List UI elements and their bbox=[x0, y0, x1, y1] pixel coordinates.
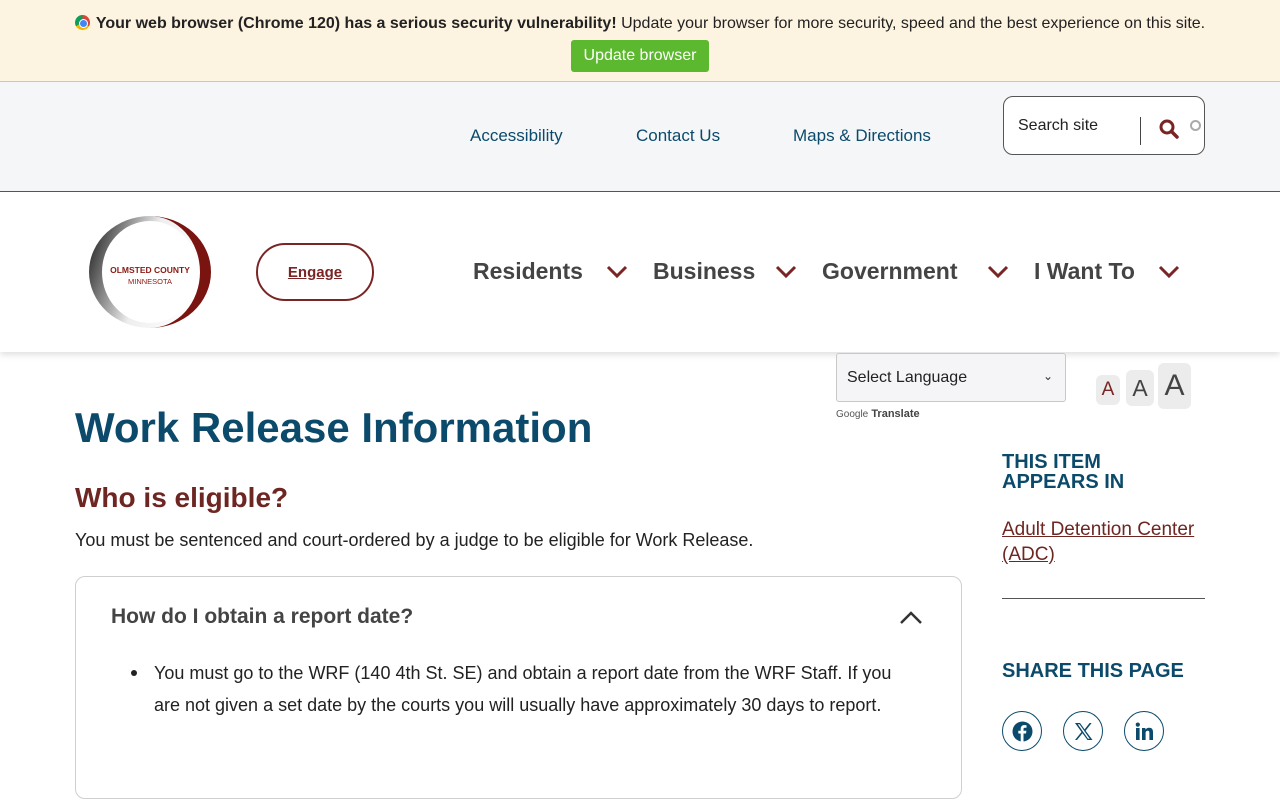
search-divider bbox=[1140, 117, 1141, 145]
google-translate-credit: Google Translate bbox=[836, 408, 920, 420]
nav-i-want-to[interactable]: I Want To bbox=[1034, 258, 1135, 285]
chrome-icon bbox=[74, 15, 90, 30]
font-size-medium-button[interactable]: A bbox=[1126, 370, 1154, 406]
page-title: Work Release Information bbox=[75, 404, 593, 451]
language-select[interactable]: Select Language bbox=[836, 353, 1066, 402]
search-button[interactable] bbox=[1154, 115, 1184, 145]
share-linkedin-button[interactable] bbox=[1124, 711, 1164, 751]
share-heading: SHARE THIS PAGE bbox=[1002, 660, 1184, 682]
update-message-bold: Your web browser (Chrome 120) has a seri… bbox=[95, 15, 617, 32]
sidebar-divider bbox=[1002, 598, 1205, 599]
chevron-down-icon[interactable] bbox=[603, 258, 631, 286]
nav-government[interactable]: Government bbox=[822, 258, 957, 285]
accessibility-link[interactable]: Accessibility bbox=[470, 126, 563, 146]
search-input[interactable] bbox=[1018, 111, 1138, 141]
utility-bar: Accessibility Contact Us Maps & Directio… bbox=[0, 82, 1280, 192]
share-facebook-button[interactable] bbox=[1002, 711, 1042, 751]
x-icon bbox=[1075, 723, 1093, 740]
update-message: Your web browser (Chrome 120) has a seri… bbox=[0, 15, 1280, 33]
logo-text-county: OLMSTED COUNTY bbox=[110, 265, 190, 275]
adult-detention-center-link[interactable]: Adult Detention Center (ADC) bbox=[1002, 517, 1202, 567]
browser-update-banner: Your web browser (Chrome 120) has a seri… bbox=[0, 0, 1280, 82]
facebook-icon bbox=[1012, 721, 1033, 742]
font-size-small-button[interactable]: A bbox=[1096, 375, 1120, 405]
main-header: OLMSTED COUNTY MINNESOTA Engage Resident… bbox=[0, 192, 1280, 352]
chevron-down-icon[interactable] bbox=[984, 258, 1012, 286]
share-x-button[interactable] bbox=[1063, 711, 1103, 751]
search-box bbox=[1003, 96, 1205, 155]
accordion-body: You must go to the WRF (140 4th St. SE) … bbox=[154, 663, 892, 715]
translate-label: Translate bbox=[871, 408, 920, 420]
update-browser-button[interactable]: Update browser bbox=[571, 40, 709, 72]
nav-business[interactable]: Business bbox=[653, 258, 755, 285]
eligibility-heading: Who is eligible? bbox=[75, 482, 289, 513]
google-wordmark: Google bbox=[836, 409, 869, 420]
loading-icon bbox=[1190, 120, 1201, 131]
chevron-down-icon[interactable] bbox=[1155, 258, 1183, 286]
maps-directions-link[interactable]: Maps & Directions bbox=[793, 126, 931, 146]
update-message-rest: Update your browser for more security, s… bbox=[616, 15, 1206, 32]
linkedin-icon bbox=[1135, 722, 1153, 740]
engage-button[interactable]: Engage bbox=[256, 243, 374, 301]
contact-us-link[interactable]: Contact Us bbox=[636, 126, 720, 146]
logo-text-state: MINNESOTA bbox=[128, 277, 172, 286]
bullet-icon bbox=[131, 670, 137, 676]
appears-in-heading: THIS ITEM APPEARS IN bbox=[1002, 451, 1125, 493]
font-size-large-button[interactable]: A bbox=[1158, 363, 1191, 409]
county-logo[interactable]: OLMSTED COUNTY MINNESOTA bbox=[88, 215, 212, 329]
report-date-accordion: How do I obtain a report date? You must … bbox=[75, 576, 962, 799]
eligibility-text: You must be sentenced and court-ordered … bbox=[75, 530, 754, 550]
search-icon bbox=[1159, 119, 1179, 139]
chevron-up-icon[interactable] bbox=[896, 603, 926, 633]
accordion-title[interactable]: How do I obtain a report date? bbox=[111, 605, 413, 629]
nav-residents[interactable]: Residents bbox=[473, 258, 583, 285]
chevron-down-icon[interactable] bbox=[772, 258, 800, 286]
